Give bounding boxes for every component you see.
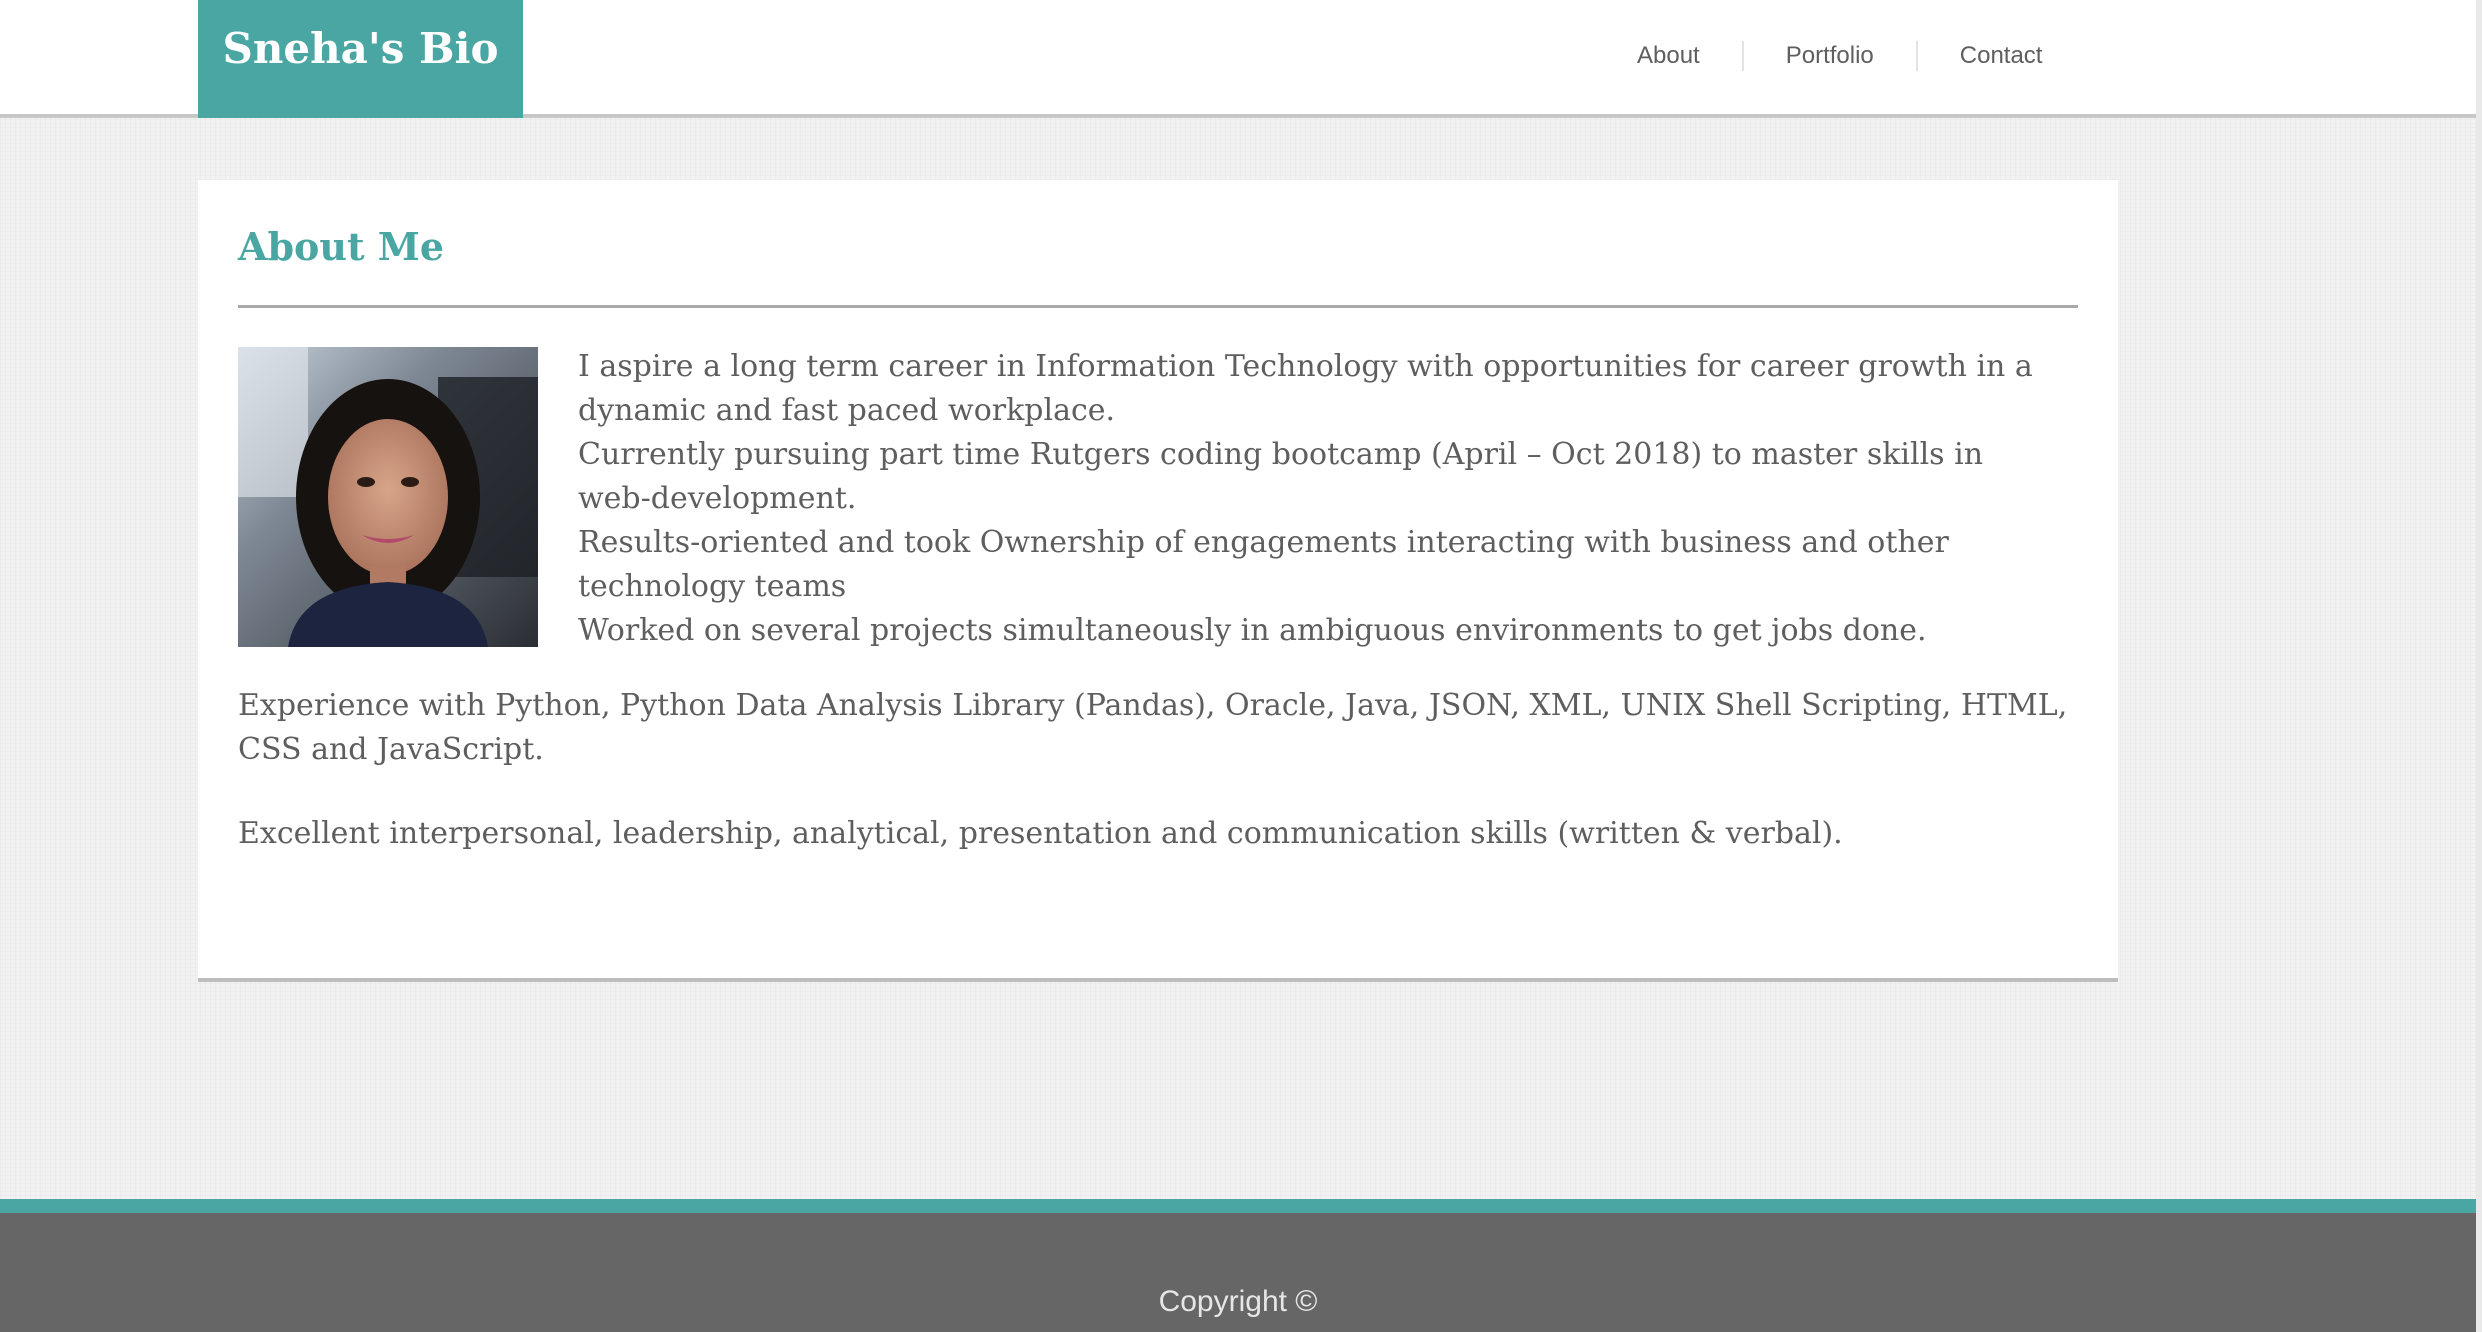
nav-link-about[interactable]: About xyxy=(1595,41,1742,71)
nav-link-portfolio[interactable]: Portfolio xyxy=(1744,41,1916,71)
brand-logo[interactable]: Sneha's Bio xyxy=(198,0,523,118)
skills-paragraph: Experience with Python, Python Data Anal… xyxy=(238,688,2068,767)
bio-line: Currently pursuing part time Rutgers cod… xyxy=(578,437,1984,516)
about-card: About Me I aspire a long term career in … xyxy=(198,180,2118,982)
copyright-text: Copyright © xyxy=(1158,1285,1318,1318)
page-title: About Me xyxy=(238,224,445,269)
profile-photo xyxy=(238,347,538,647)
soft-skills-paragraph: Excellent interpersonal, leadership, ana… xyxy=(238,816,1843,851)
bio-line: Worked on several projects simultaneousl… xyxy=(578,613,1927,648)
main-nav: About Portfolio Contact xyxy=(1595,0,2084,112)
bio-line: Results-oriented and took Ownership of e… xyxy=(578,525,1949,604)
window-edge xyxy=(2476,0,2482,1332)
heading-divider xyxy=(238,305,2078,308)
site-footer: Copyright © xyxy=(0,1199,2476,1332)
bio-line: I aspire a long term career in Informati… xyxy=(578,349,2033,428)
site-header: Sneha's Bio About Portfolio Contact xyxy=(0,0,2476,118)
bio-intro: I aspire a long term career in Informati… xyxy=(578,345,2058,653)
nav-link-contact[interactable]: Contact xyxy=(1918,41,2085,71)
